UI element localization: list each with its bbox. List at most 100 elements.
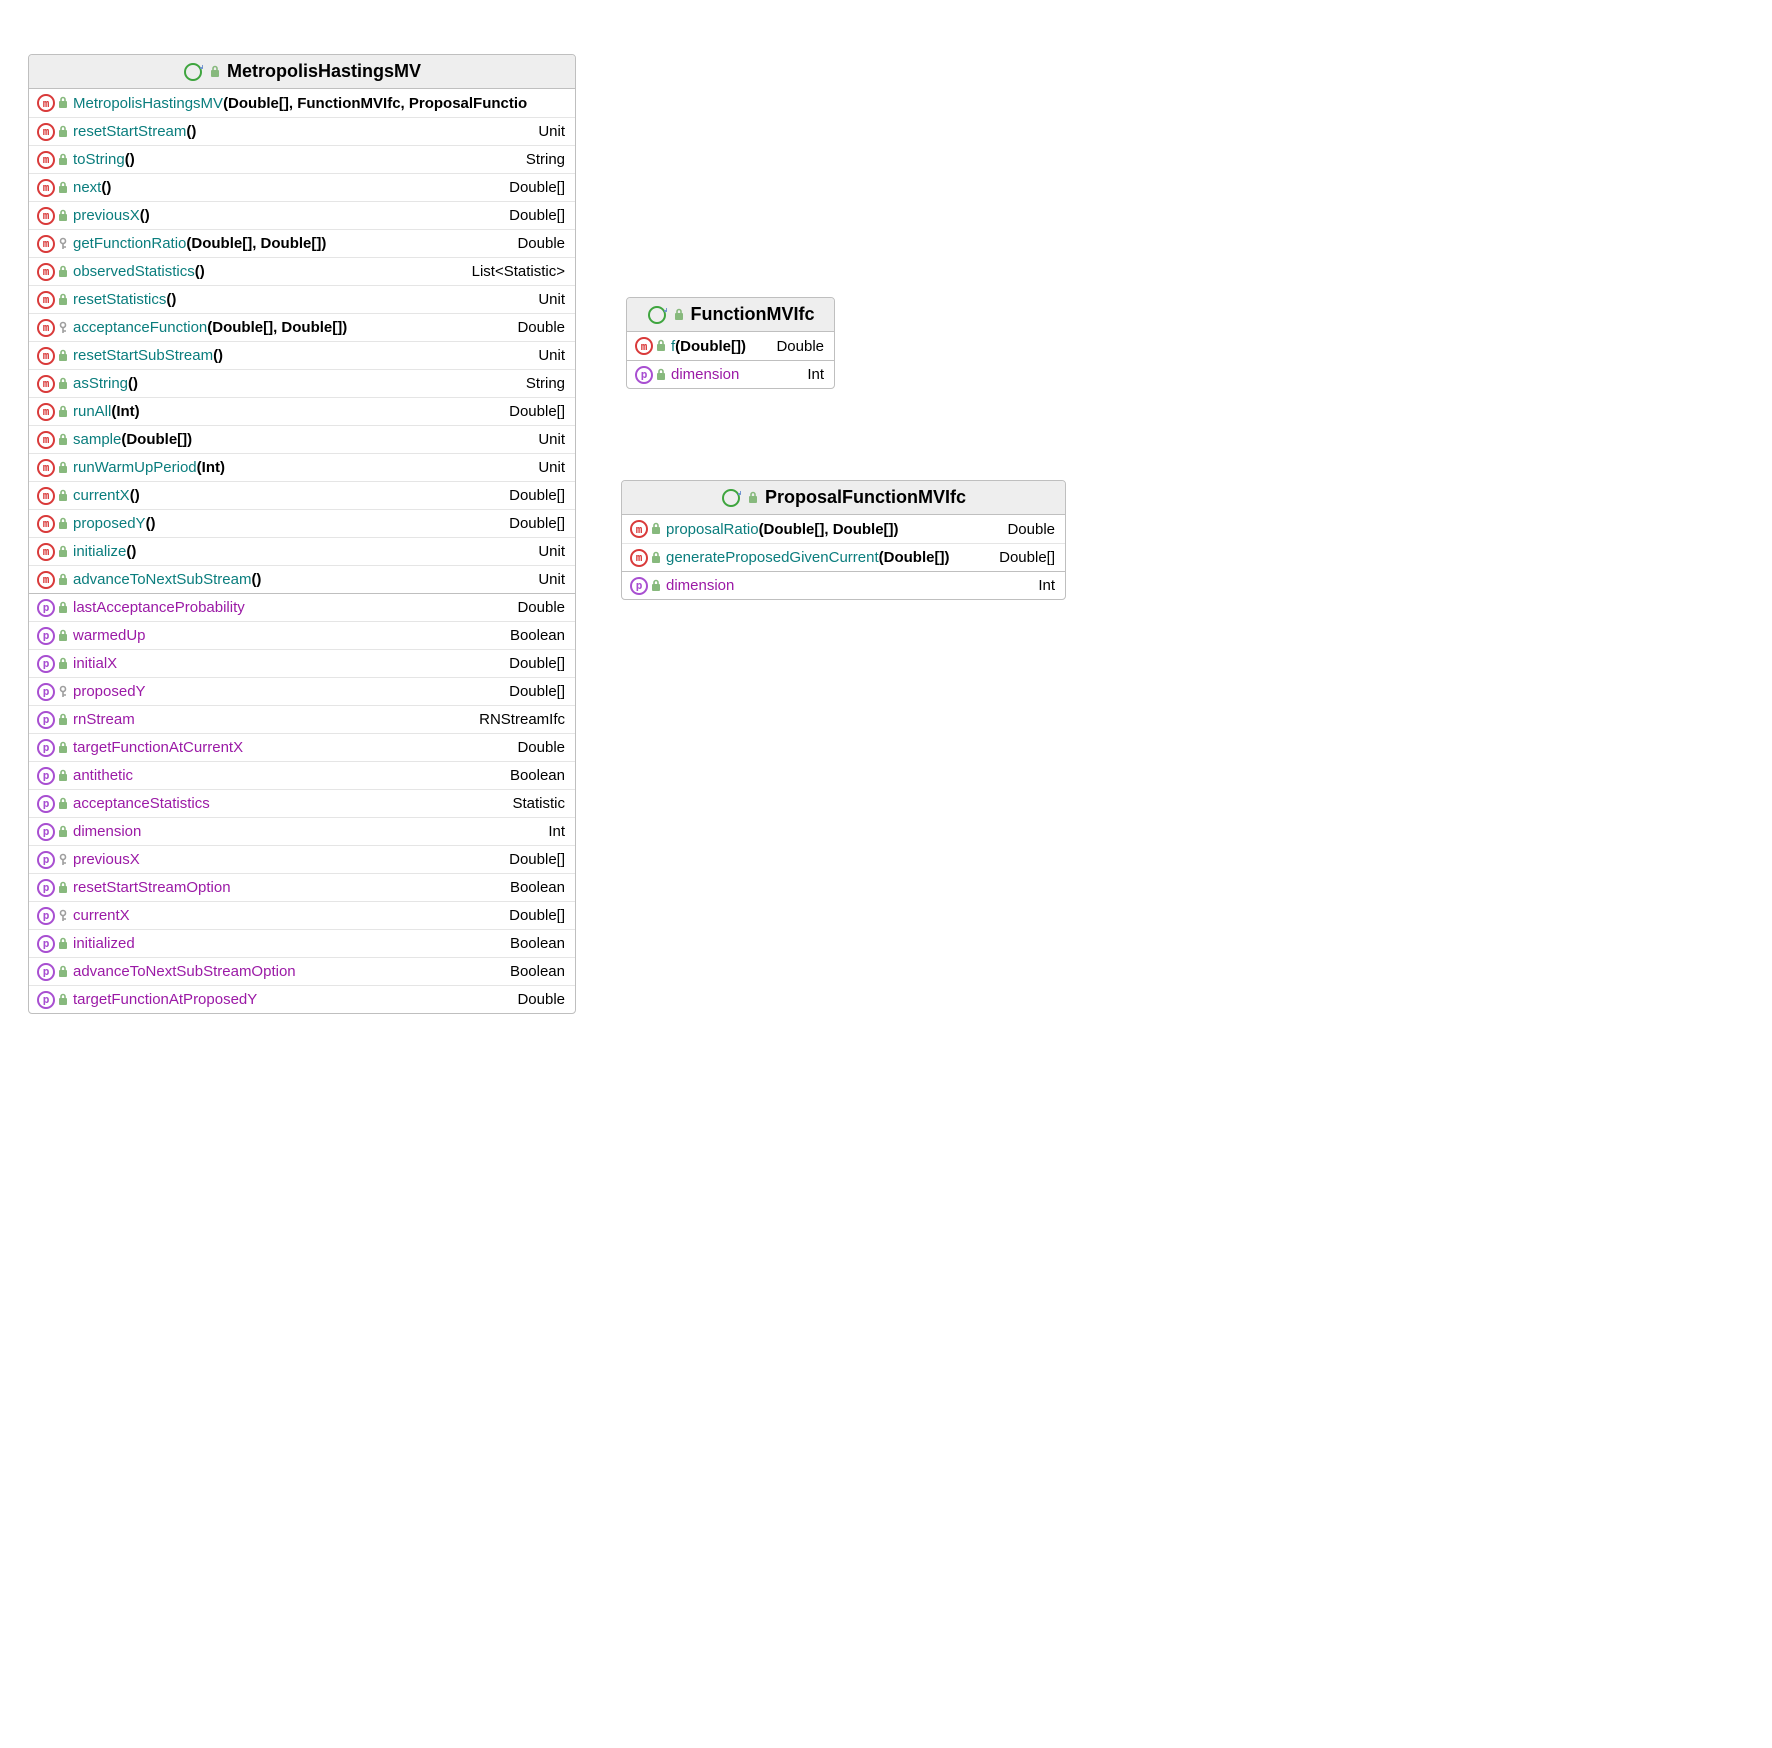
property-row[interactable]: pantitheticBoolean xyxy=(29,761,575,789)
method-row[interactable]: madvanceToNextSubStream()Unit xyxy=(29,565,575,593)
member-signature: () xyxy=(213,347,223,364)
member-return-type: Unit xyxy=(530,291,565,308)
member-name-text: antithetic xyxy=(73,767,133,784)
method-row[interactable]: msample(Double[])Unit xyxy=(29,425,575,453)
lock-icon xyxy=(57,825,69,839)
method-icon: m xyxy=(630,549,648,567)
member-return-type: Double xyxy=(509,739,565,756)
property-row[interactable]: presetStartStreamOptionBoolean xyxy=(29,873,575,901)
method-icon: m xyxy=(37,291,55,309)
member-icons: m xyxy=(37,319,73,337)
lock-icon xyxy=(209,65,221,79)
member-signature: () xyxy=(125,151,135,168)
method-row[interactable]: mrunWarmUpPeriod(Int)Unit xyxy=(29,453,575,481)
method-row[interactable]: mnext()Double[] xyxy=(29,173,575,201)
member-return-type: Double[] xyxy=(501,907,565,924)
member-name: currentX xyxy=(73,907,130,924)
class-box-functionmvifc[interactable]: FunctionMVIfcmf(Double[])Doublepdimensio… xyxy=(626,297,835,389)
lock-icon xyxy=(57,461,69,475)
member-icons: m xyxy=(37,403,73,421)
property-row[interactable]: pinitialXDouble[] xyxy=(29,649,575,677)
member-icons: p xyxy=(37,739,73,757)
member-icons: m xyxy=(37,543,73,561)
member-signature: () xyxy=(195,263,205,280)
member-list: mf(Double[])DoublepdimensionInt xyxy=(627,332,834,388)
property-icon: p xyxy=(37,655,55,673)
member-list: mMetropolisHastingsMV(Double[], Function… xyxy=(29,89,575,1013)
method-row[interactable]: minitialize()Unit xyxy=(29,537,575,565)
property-row[interactable]: pdimensionInt xyxy=(622,571,1065,599)
method-row[interactable]: mobservedStatistics()List<Statistic> xyxy=(29,257,575,285)
member-return-type: Boolean xyxy=(502,879,565,896)
method-row[interactable]: mrunAll(Int)Double[] xyxy=(29,397,575,425)
method-icon: m xyxy=(37,235,55,253)
class-box-metropolis[interactable]: MetropolisHastingsMV mMetropolisHastingsM… xyxy=(28,54,576,1014)
property-icon: p xyxy=(37,851,55,869)
class-header[interactable]: FunctionMVIfc xyxy=(627,298,834,332)
method-icon: m xyxy=(37,431,55,449)
property-row[interactable]: pdimensionInt xyxy=(29,817,575,845)
method-row[interactable]: mcurrentX()Double[] xyxy=(29,481,575,509)
property-row[interactable]: pdimensionInt xyxy=(627,360,834,388)
method-row[interactable]: mproposalRatio(Double[], Double[])Double xyxy=(622,515,1065,543)
method-row[interactable]: macceptanceFunction(Double[], Double[])D… xyxy=(29,313,575,341)
member-name-text: dimension xyxy=(666,577,734,594)
property-row[interactable]: ptargetFunctionAtCurrentX Double xyxy=(29,733,575,761)
property-icon: p xyxy=(37,823,55,841)
member-return-type: Int xyxy=(799,366,824,383)
member-icons: m xyxy=(37,347,73,365)
member-return-type: Boolean xyxy=(502,963,565,980)
property-row[interactable]: pproposedYDouble[] xyxy=(29,677,575,705)
member-return-type: Double xyxy=(768,338,824,355)
lock-icon xyxy=(57,657,69,671)
member-name-text: asString xyxy=(73,375,128,392)
method-row[interactable]: mf(Double[])Double xyxy=(627,332,834,360)
method-row[interactable]: mgetFunctionRatio(Double[], Double[])Dou… xyxy=(29,229,575,257)
method-row[interactable]: mresetStartSubStream()Unit xyxy=(29,341,575,369)
property-row[interactable]: prnStreamRNStreamIfc xyxy=(29,705,575,733)
property-row[interactable]: ppreviousXDouble[] xyxy=(29,845,575,873)
key-icon xyxy=(57,909,69,923)
property-row[interactable]: ptargetFunctionAtProposedYDouble xyxy=(29,985,575,1013)
property-row[interactable]: padvanceToNextSubStreamOptionBoolean xyxy=(29,957,575,985)
member-icons: p xyxy=(37,823,73,841)
class-title: MetropolisHastingsMV xyxy=(227,61,421,82)
member-signature: () xyxy=(166,291,176,308)
member-return-type: Unit xyxy=(530,347,565,364)
class-header[interactable]: ProposalFunctionMVIfc xyxy=(622,481,1065,515)
member-return-type: Double[] xyxy=(991,549,1055,566)
property-row[interactable]: pwarmedUpBoolean xyxy=(29,621,575,649)
member-name: targetFunctionAtCurrentX xyxy=(73,739,243,756)
property-row[interactable]: plastAcceptanceProbabilityDouble xyxy=(29,593,575,621)
property-row[interactable]: pacceptanceStatisticsStatistic xyxy=(29,789,575,817)
member-icons: p xyxy=(37,599,73,617)
member-name: resetStartStream() xyxy=(73,123,196,140)
member-icons: m xyxy=(37,459,73,477)
member-return-type: Unit xyxy=(530,543,565,560)
class-header[interactable]: MetropolisHastingsMV xyxy=(29,55,575,89)
lock-icon xyxy=(655,368,667,382)
method-row[interactable]: mresetStatistics()Unit xyxy=(29,285,575,313)
method-row[interactable]: mpreviousX()Double[] xyxy=(29,201,575,229)
member-name: generateProposedGivenCurrent(Double[]) xyxy=(666,549,949,566)
member-name-text: runAll xyxy=(73,403,111,420)
property-row[interactable]: pcurrentXDouble[] xyxy=(29,901,575,929)
method-row[interactable]: mMetropolisHastingsMV(Double[], Function… xyxy=(29,89,575,117)
method-row[interactable]: mtoString()String xyxy=(29,145,575,173)
method-row[interactable]: masString()String xyxy=(29,369,575,397)
method-row[interactable]: m generateProposedGivenCurrent(Double[]) D… xyxy=(622,543,1065,571)
method-row[interactable]: mresetStartStream()Unit xyxy=(29,117,575,145)
class-box-proposalfunctionmvifc[interactable]: ProposalFunctionMVIfcmproposalRatio(Doub… xyxy=(621,480,1066,600)
member-name: proposedY xyxy=(73,683,146,700)
member-name-text: previousX xyxy=(73,851,140,868)
member-name-text: lastAcceptanceProbability xyxy=(73,599,245,616)
member-return-type: Double[] xyxy=(501,655,565,672)
lock-icon xyxy=(747,491,759,505)
interface-icon xyxy=(647,305,667,325)
property-row[interactable]: pinitializedBoolean xyxy=(29,929,575,957)
member-name-text: runWarmUpPeriod xyxy=(73,459,197,476)
interface-icon xyxy=(183,62,203,82)
method-row[interactable]: mproposedY()Double[] xyxy=(29,509,575,537)
member-name: lastAcceptanceProbability xyxy=(73,599,245,616)
property-icon: p xyxy=(37,879,55,897)
